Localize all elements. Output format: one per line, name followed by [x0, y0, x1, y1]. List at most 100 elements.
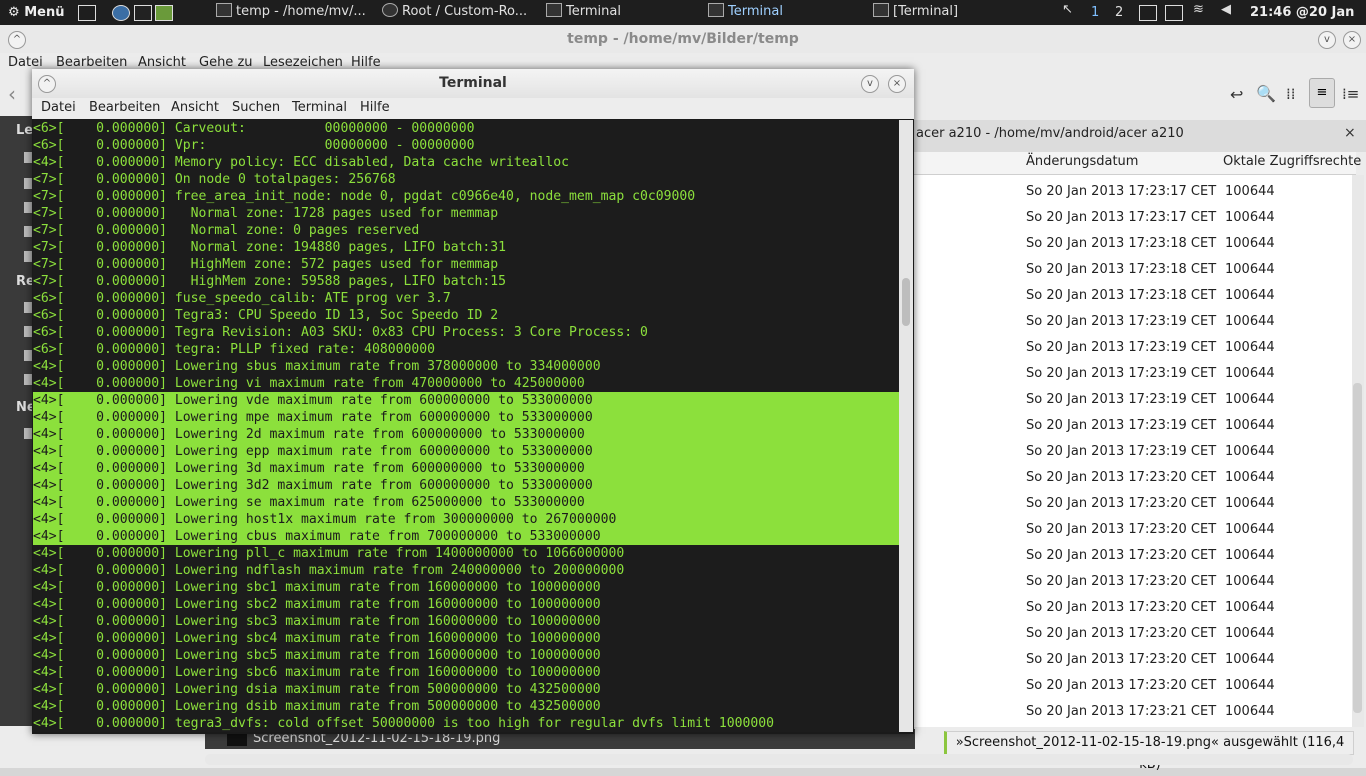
notification-icon[interactable]: ↖ — [1062, 2, 1073, 17]
screenshot-launcher-icon[interactable] — [78, 5, 96, 21]
compact-view-icon[interactable]: ⁞≡ — [1342, 85, 1359, 103]
table-row[interactable]: So 20 Jan 2013 17:23:20 CET 100644 — [914, 491, 1356, 517]
terminal-icon — [546, 3, 562, 17]
sidebar-item-icon[interactable] — [24, 350, 32, 361]
task-filemanager[interactable]: temp - /home/mv/... — [216, 0, 374, 25]
task-terminal-3[interactable]: [Terminal] — [873, 0, 1023, 25]
table-row[interactable]: So 20 Jan 2013 17:23:19 CET 100644 — [914, 387, 1356, 413]
term-menu-bearbeiten[interactable]: Bearbeiten — [89, 100, 160, 115]
fm-minimize-button[interactable]: v — [1318, 31, 1336, 49]
row-perms: 100644 — [1225, 652, 1275, 667]
term-menu-datei[interactable]: Datei — [41, 100, 76, 115]
workspace-1[interactable]: 1 — [1091, 0, 1099, 25]
workspace-2[interactable]: 2 — [1115, 0, 1123, 25]
sidebar-item-icon[interactable] — [24, 326, 32, 337]
table-row[interactable]: So 20 Jan 2013 17:23:19 CET 100644 — [914, 361, 1356, 387]
fm-menu-lesezeichen[interactable]: Lesezeichen — [263, 55, 343, 70]
file-manager-title: temp - /home/mv/Bilder/temp — [0, 25, 1366, 53]
main-menu-button[interactable]: ⚙ Menü — [8, 0, 64, 25]
table-row[interactable]: So 20 Jan 2013 17:23:20 CET 100644 — [914, 517, 1356, 543]
column-date[interactable]: Änderungsdatum — [1026, 154, 1138, 169]
terminal-line: <7>[ 0.000000] On node 0 totalpages: 256… — [33, 172, 396, 187]
term-close-button[interactable]: × — [888, 75, 906, 93]
column-perms[interactable]: Oktale Zugriffsrechte — [1223, 154, 1361, 169]
fm-menu-bearbeiten[interactable]: Bearbeiten — [56, 55, 127, 70]
folder-icon — [216, 3, 232, 17]
volume-icon[interactable]: ◀ — [1221, 2, 1231, 17]
term-collapse-button[interactable]: ^ — [38, 75, 56, 93]
terminal-line: <4>[ 0.000000] Lowering sbc2 maximum rat… — [33, 597, 601, 612]
row-date: So 20 Jan 2013 17:23:20 CET — [1026, 600, 1217, 615]
task-terminal-1[interactable]: Terminal — [546, 0, 696, 25]
search-icon[interactable]: 🔍 — [1256, 84, 1276, 103]
task-terminal-2[interactable]: Terminal — [708, 0, 858, 25]
terminal-line: <6>[ 0.000000] fuse_speedo_calib: ATE pr… — [33, 291, 451, 306]
sidebar-item-icon[interactable] — [24, 428, 32, 439]
list-view-icon[interactable]: ≡ — [1309, 78, 1335, 108]
row-perms: 100644 — [1225, 392, 1275, 407]
table-row[interactable]: So 20 Jan 2013 17:23:20 CET 100644 — [914, 569, 1356, 595]
terminal-line: <6>[ 0.000000] tegra: PLLP fixed rate: 4… — [33, 342, 436, 357]
fm-scrollbar-thumb[interactable] — [1353, 383, 1362, 713]
table-row[interactable]: So 20 Jan 2013 17:23:21 CET 100644 — [914, 699, 1356, 725]
sidebar-item-icon[interactable] — [24, 374, 32, 385]
sidebar-item-icon[interactable] — [24, 226, 32, 237]
fm-collapse-button[interactable]: ^ — [8, 31, 26, 49]
fm-menu-gehezu[interactable]: Gehe zu — [199, 55, 253, 70]
table-row[interactable]: So 20 Jan 2013 17:23:20 CET 100644 — [914, 595, 1356, 621]
row-date: So 20 Jan 2013 17:23:20 CET — [1026, 470, 1217, 485]
table-row[interactable]: So 20 Jan 2013 17:23:19 CET 100644 — [914, 335, 1356, 361]
fm-horizontal-scrollbar[interactable] — [205, 754, 1353, 765]
table-row[interactable]: So 20 Jan 2013 17:23:20 CET 100644 — [914, 673, 1356, 699]
task-browser[interactable]: Root / Custom-Ro... — [382, 0, 542, 25]
term-menu-ansicht[interactable]: Ansicht — [171, 100, 219, 115]
terminal-menubar: Datei Bearbeiten Ansicht Suchen Terminal… — [32, 98, 914, 119]
back-icon[interactable]: ‹ — [8, 82, 16, 106]
terminal-output[interactable]: <6>[ 0.000000] Carveout: 00000000 - 0000… — [33, 120, 899, 732]
table-row[interactable]: So 20 Jan 2013 17:23:20 CET 100644 — [914, 543, 1356, 569]
table-row[interactable]: So 20 Jan 2013 17:23:19 CET 100644 — [914, 413, 1356, 439]
fm-menu-datei[interactable]: Datei — [8, 55, 43, 70]
top-panel: ⚙ Menü temp - /home/mv/... Root / Custom… — [0, 0, 1366, 25]
row-date: So 20 Jan 2013 17:23:19 CET — [1026, 392, 1217, 407]
sidebar-item-icon[interactable] — [24, 302, 32, 313]
sidebar-item-icon[interactable] — [24, 251, 32, 262]
sidebar-item-icon[interactable] — [24, 178, 32, 189]
sidebar-item-icon[interactable] — [24, 152, 32, 163]
table-row[interactable]: So 20 Jan 2013 17:23:18 CET 100644 — [914, 231, 1356, 257]
terminal-line: <6>[ 0.000000] Carveout: 00000000 - 0000… — [33, 121, 475, 136]
clock[interactable]: 21:46 @20 Jan — [1250, 0, 1354, 25]
window-list-icon[interactable] — [1139, 5, 1157, 21]
table-row[interactable]: So 20 Jan 2013 17:23:18 CET 100644 — [914, 283, 1356, 309]
fm-menu-ansicht[interactable]: Ansicht — [138, 55, 186, 70]
terminal-launcher-icon[interactable] — [134, 5, 152, 21]
fm-close-button[interactable]: × — [1343, 31, 1361, 49]
term-menu-suchen[interactable]: Suchen — [232, 100, 280, 115]
table-row[interactable]: So 20 Jan 2013 17:23:20 CET 100644 — [914, 647, 1356, 673]
tab-close-icon[interactable]: × — [1344, 125, 1356, 141]
term-menu-hilfe[interactable]: Hilfe — [360, 100, 390, 115]
row-date: So 20 Jan 2013 17:23:19 CET — [1026, 444, 1217, 459]
table-row[interactable]: So 20 Jan 2013 17:23:18 CET 100644 — [914, 257, 1356, 283]
fm-menu-hilfe[interactable]: Hilfe — [351, 55, 381, 70]
table-row[interactable]: So 20 Jan 2013 17:23:19 CET 100644 — [914, 309, 1356, 335]
table-row[interactable]: So 20 Jan 2013 17:23:17 CET 100644 — [914, 179, 1356, 205]
grid-view-icon[interactable]: ⁞⁞ — [1286, 85, 1296, 103]
display-icon[interactable] — [1165, 5, 1183, 21]
term-menu-terminal[interactable]: Terminal — [292, 100, 347, 115]
table-row[interactable]: So 20 Jan 2013 17:23:19 CET 100644 — [914, 439, 1356, 465]
wifi-icon[interactable]: ≋ — [1193, 2, 1204, 17]
terminal-line: <4>[ 0.000000] Lowering mpe maximum rate… — [33, 409, 899, 426]
table-row[interactable]: So 20 Jan 2013 17:23:20 CET 100644 — [914, 621, 1356, 647]
term-minimize-button[interactable]: v — [861, 75, 879, 93]
terminal-line: <4>[ 0.000000] Lowering 2d maximum rate … — [33, 426, 899, 443]
files-launcher-icon[interactable] — [155, 5, 173, 21]
table-row[interactable]: So 20 Jan 2013 17:23:17 CET 100644 — [914, 205, 1356, 231]
table-row[interactable]: So 20 Jan 2013 17:23:20 CET 100644 — [914, 465, 1356, 491]
terminal-scrollbar-thumb[interactable] — [902, 278, 910, 326]
sidebar-item-icon[interactable] — [24, 202, 32, 213]
fm-tab-path[interactable]: acer a210 - /home/mv/android/acer a210 — [916, 126, 1184, 141]
undo-icon[interactable]: ↩ — [1230, 85, 1243, 104]
browser-launcher-icon[interactable] — [112, 5, 130, 21]
terminal-scrollbar[interactable] — [899, 120, 913, 732]
